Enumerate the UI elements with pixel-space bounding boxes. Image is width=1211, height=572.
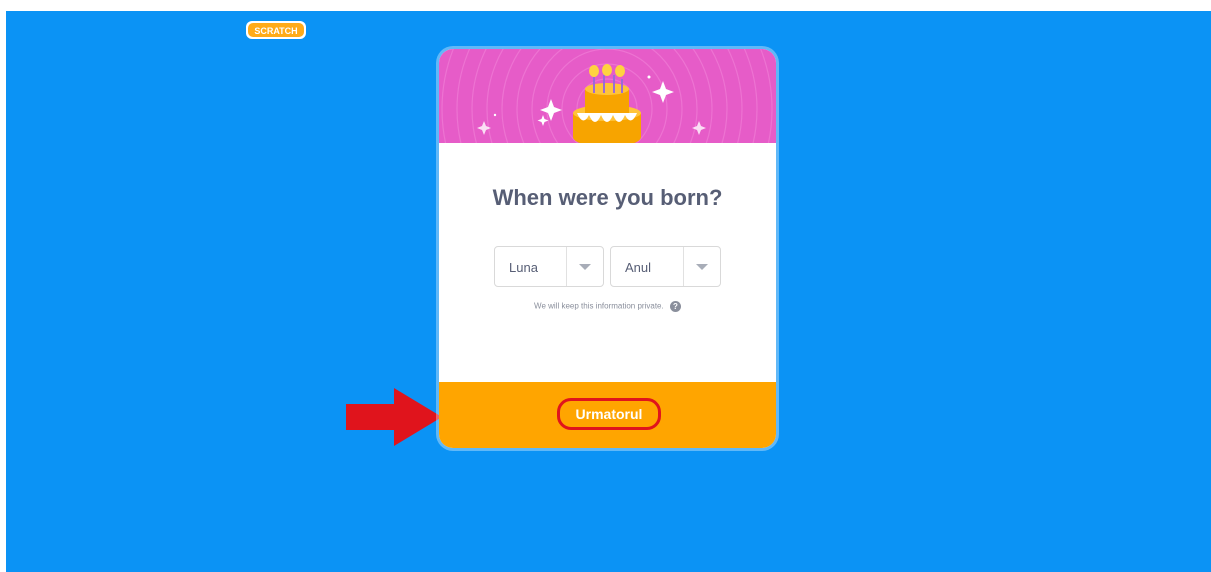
- month-select[interactable]: Luna: [494, 246, 604, 287]
- cake-banner: [439, 49, 776, 143]
- chevron-down-icon[interactable]: [696, 264, 708, 270]
- chevron-down-icon[interactable]: [579, 264, 591, 270]
- year-select[interactable]: Anul: [610, 246, 721, 287]
- red-arrow-annotation: [346, 388, 442, 446]
- cake-illustration: [441, 49, 773, 143]
- privacy-note-text: We will keep this information private.: [534, 301, 664, 311]
- select-divider: [683, 247, 684, 286]
- svg-text:SCRATCH: SCRATCH: [254, 26, 297, 36]
- month-select-value: Luna: [509, 260, 538, 275]
- help-icon[interactable]: ?: [669, 301, 681, 312]
- birthdate-dialog: When were you born? Luna Anul We will ke…: [439, 49, 776, 448]
- dialog-footer: Urmatorul: [439, 382, 776, 448]
- next-button[interactable]: Urmatorul: [557, 398, 661, 430]
- year-select-value: Anul: [625, 260, 652, 275]
- dialog-title: When were you born?: [492, 185, 723, 210]
- privacy-note: We will keep this information private. ?: [439, 301, 776, 312]
- scratch-logo[interactable]: SCRATCH: [245, 20, 307, 40]
- select-divider: [566, 247, 567, 286]
